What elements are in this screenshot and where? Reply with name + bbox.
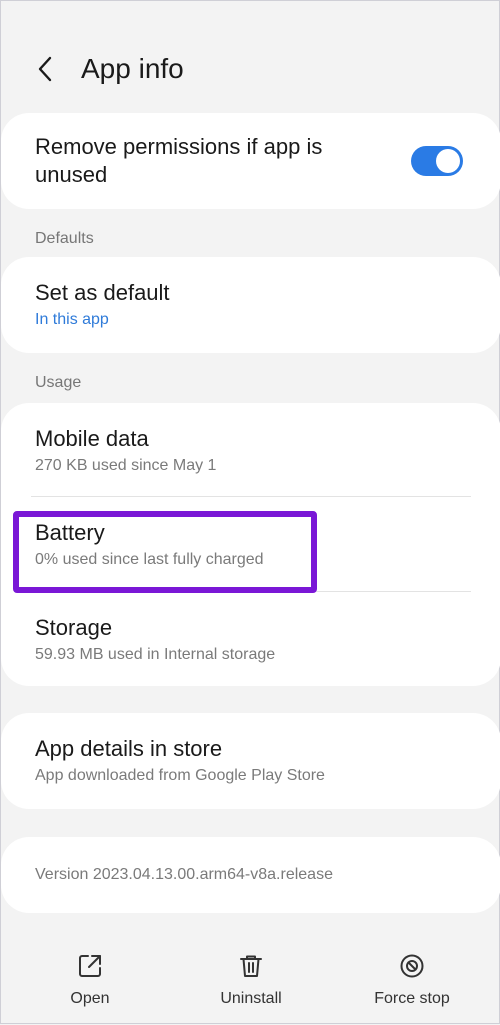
app-details-subtitle: App downloaded from Google Play Store — [35, 767, 325, 784]
app-details-in-store-item[interactable]: App details in store App downloaded from… — [1, 735, 500, 787]
mobile-data-title: Mobile data — [35, 426, 149, 451]
store-card: App details in store App downloaded from… — [1, 713, 500, 809]
force-stop-button[interactable]: Force stop — [347, 936, 477, 1025]
set-as-default-title: Set as default — [35, 280, 170, 305]
open-button[interactable]: Open — [25, 936, 155, 1025]
trash-icon — [237, 952, 265, 980]
bottom-action-bar: Open Uninstall Force stop — [1, 936, 499, 1025]
divider — [31, 591, 471, 592]
uninstall-button[interactable]: Uninstall — [186, 936, 316, 1025]
back-button[interactable] — [27, 51, 63, 87]
app-details-title: App details in store — [35, 736, 223, 761]
set-as-default-item[interactable]: Set as default In this app — [1, 279, 500, 331]
storage-subtitle: 59.93 MB used in Internal storage — [35, 646, 276, 663]
storage-item[interactable]: Storage 59.93 MB used in Internal storag… — [1, 614, 500, 666]
permissions-card: Remove permissions if app is unused — [1, 113, 500, 209]
remove-permissions-label: Remove permissions if app is unused — [35, 134, 323, 187]
open-external-icon — [76, 952, 104, 980]
usage-card: Mobile data 270 KB used since May 1 Batt… — [1, 403, 500, 686]
uninstall-label: Uninstall — [220, 990, 282, 1007]
defaults-section-label: Defaults — [35, 230, 94, 247]
back-arrow-icon — [38, 56, 52, 82]
app-bar: App info — [1, 1, 499, 113]
version-card: Version 2023.04.13.00.arm64-v8a.release — [1, 837, 500, 913]
version-item: Version 2023.04.13.00.arm64-v8a.release — [1, 864, 500, 886]
battery-title: Battery — [35, 520, 105, 545]
defaults-card: Set as default In this app — [1, 257, 500, 353]
mobile-data-item[interactable]: Mobile data 270 KB used since May 1 — [1, 425, 500, 477]
toggle-knob — [436, 149, 460, 173]
battery-item[interactable]: Battery 0% used since last fully charged — [1, 519, 500, 571]
set-as-default-subtitle: In this app — [35, 311, 109, 328]
usage-section-label: Usage — [35, 374, 82, 391]
divider — [31, 496, 471, 497]
remove-permissions-toggle[interactable] — [411, 146, 463, 176]
page-title: App info — [81, 53, 184, 84]
battery-subtitle: 0% used since last fully charged — [35, 551, 264, 568]
force-stop-label: Force stop — [374, 990, 450, 1007]
mobile-data-subtitle: 270 KB used since May 1 — [35, 457, 217, 474]
storage-title: Storage — [35, 615, 113, 640]
open-label: Open — [70, 990, 110, 1007]
version-text: Version 2023.04.13.00.arm64-v8a.release — [35, 866, 333, 883]
block-icon — [398, 952, 426, 980]
